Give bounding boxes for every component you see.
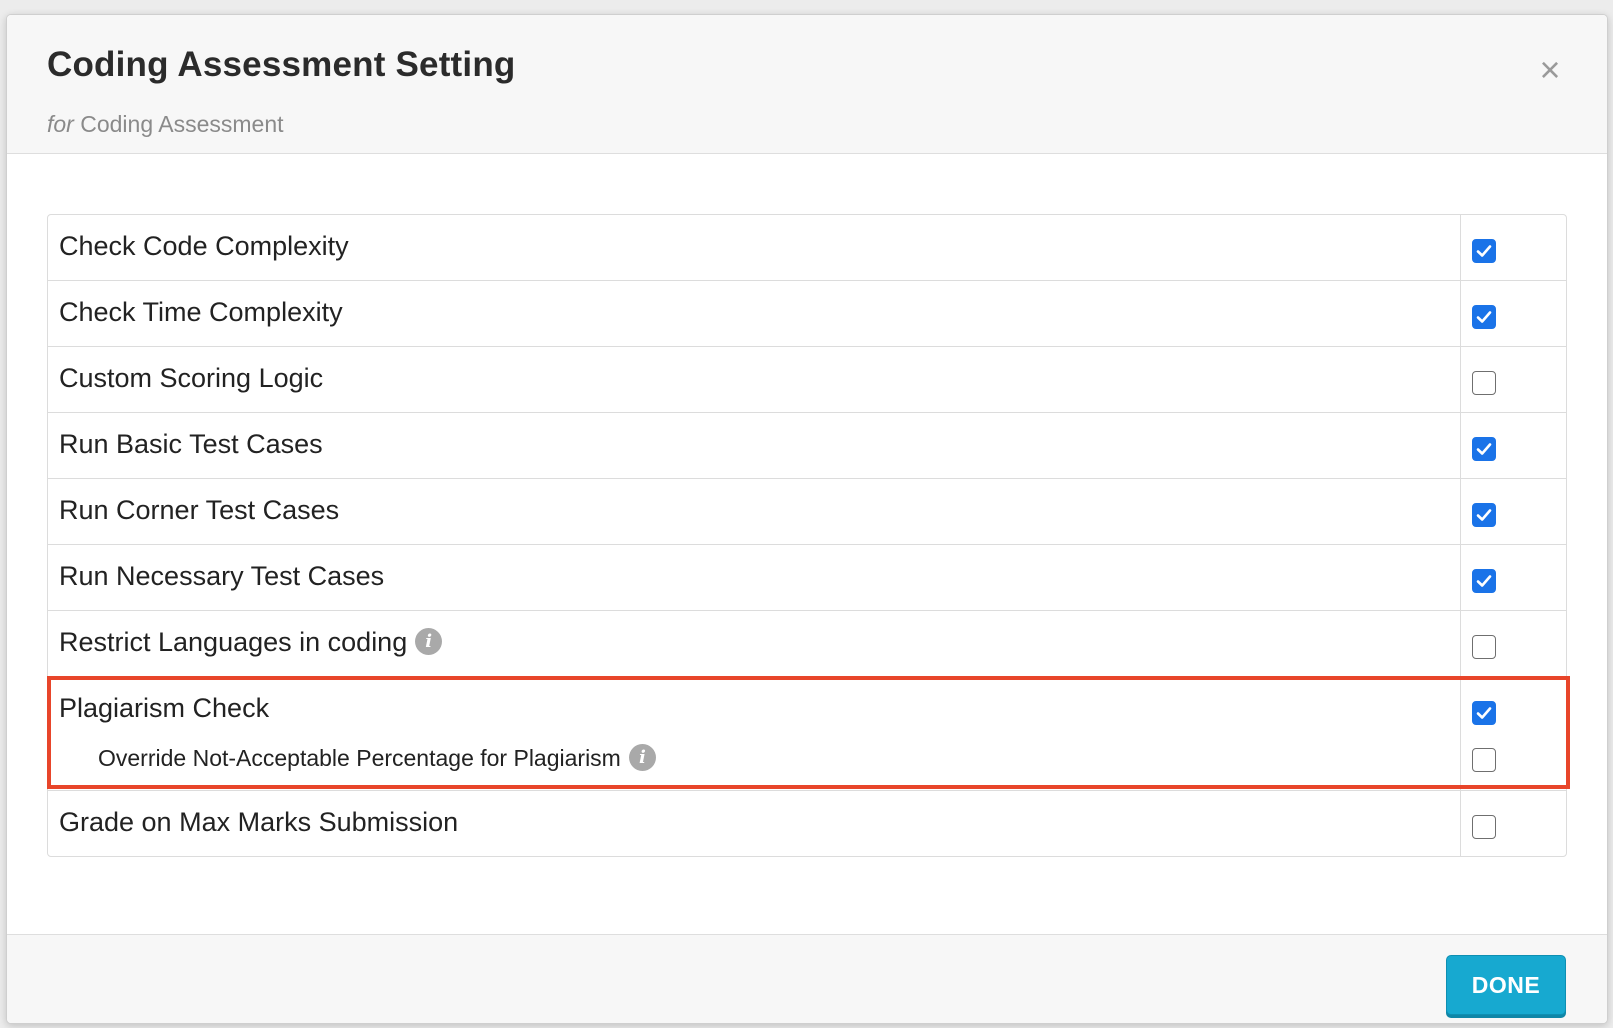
setting-label-cell: Grade on Max Marks Submission [48,791,1461,856]
setting-checkbox-cell [1461,215,1566,280]
dialog-title: Coding Assessment Setting [47,45,516,84]
setting-label-text: Grade on Max Marks Submission [59,807,459,837]
setting-label-cell: Plagiarism Check Override Not-Acceptable … [48,677,1461,790]
setting-row: Check Code Complexity [48,215,1566,280]
info-icon[interactable]: i [415,628,443,656]
setting-checkbox-cell [1461,413,1566,478]
setting-label-cell: Custom Scoring Logic [48,347,1461,412]
setting-row: Plagiarism Check Override Not-Acceptable … [47,676,1570,790]
setting-checkbox-cell [1461,791,1566,856]
setting-row: Run Necessary Test Cases [48,544,1566,610]
settings-table: Check Code Complexity Check Time Complexi… [47,214,1570,857]
subtitle-prefix: for [47,111,74,137]
dialog-header: Coding Assessment Setting for Coding Ass… [7,15,1607,154]
setting-label-text: Restrict Languages in coding [59,627,408,657]
setting-label-cell: Run Necessary Test Cases [48,545,1461,610]
sub-setting-label: Override Not-Acceptable Percentage for P… [98,744,656,773]
setting-label: Run Basic Test Cases [59,429,323,460]
setting-label-text: Plagiarism Check [59,693,270,723]
setting-checkbox[interactable] [1472,701,1496,725]
setting-label: Plagiarism Check [59,693,269,724]
setting-label-cell: Restrict Languages in coding i [48,611,1461,676]
setting-checkbox-cell [1461,479,1566,544]
setting-label-cell: Run Basic Test Cases [48,413,1461,478]
sub-setting-checkbox[interactable] [1472,748,1496,772]
dialog-subtitle: for Coding Assessment [47,111,284,138]
setting-label-cell: Check Time Complexity [48,281,1461,346]
setting-label-cell: Run Corner Test Cases [48,479,1461,544]
setting-checkbox[interactable] [1472,239,1496,263]
setting-checkbox[interactable] [1472,305,1496,329]
close-icon[interactable]: × [1533,52,1567,88]
setting-label: Check Time Complexity [59,297,343,328]
done-button[interactable]: DONE [1446,955,1566,1015]
setting-label-text: Run Necessary Test Cases [59,561,385,591]
setting-label: Restrict Languages in coding i [59,627,443,658]
setting-row: Restrict Languages in coding i [48,610,1566,676]
setting-label: Grade on Max Marks Submission [59,807,458,838]
setting-checkbox-cell [1461,347,1566,412]
setting-label-cell: Check Code Complexity [48,215,1461,280]
setting-row: Custom Scoring Logic [48,346,1566,412]
settings-dialog: Coding Assessment Setting for Coding Ass… [6,14,1608,1024]
dialog-body: Check Code Complexity Check Time Complexi… [7,154,1607,934]
setting-label-text: Check Time Complexity [59,297,343,327]
setting-checkbox[interactable] [1472,371,1496,395]
sub-setting-label-text: Override Not-Acceptable Percentage for P… [98,745,621,771]
setting-checkbox-cell [1461,677,1566,790]
setting-label: Check Code Complexity [59,231,349,262]
setting-label: Custom Scoring Logic [59,363,323,394]
setting-checkbox-cell [1461,545,1566,610]
setting-checkbox[interactable] [1472,635,1496,659]
setting-label: Run Corner Test Cases [59,495,339,526]
setting-checkbox[interactable] [1472,815,1496,839]
info-icon[interactable]: i [628,744,656,772]
setting-label-text: Run Corner Test Cases [59,495,340,525]
setting-label-text: Custom Scoring Logic [59,363,324,393]
setting-row: Run Basic Test Cases [48,412,1566,478]
setting-row: Check Time Complexity [48,280,1566,346]
setting-row: Grade on Max Marks Submission [48,790,1566,856]
setting-checkbox[interactable] [1472,569,1496,593]
setting-label-text: Run Basic Test Cases [59,429,323,459]
setting-row: Run Corner Test Cases [48,478,1566,544]
setting-label-text: Check Code Complexity [59,231,349,261]
subtitle-text: Coding Assessment [80,111,284,137]
setting-label: Run Necessary Test Cases [59,561,384,592]
setting-checkbox[interactable] [1472,503,1496,527]
setting-checkbox-cell [1461,281,1566,346]
dialog-footer: DONE [7,934,1607,1023]
setting-checkbox[interactable] [1472,437,1496,461]
setting-checkbox-cell [1461,611,1566,676]
